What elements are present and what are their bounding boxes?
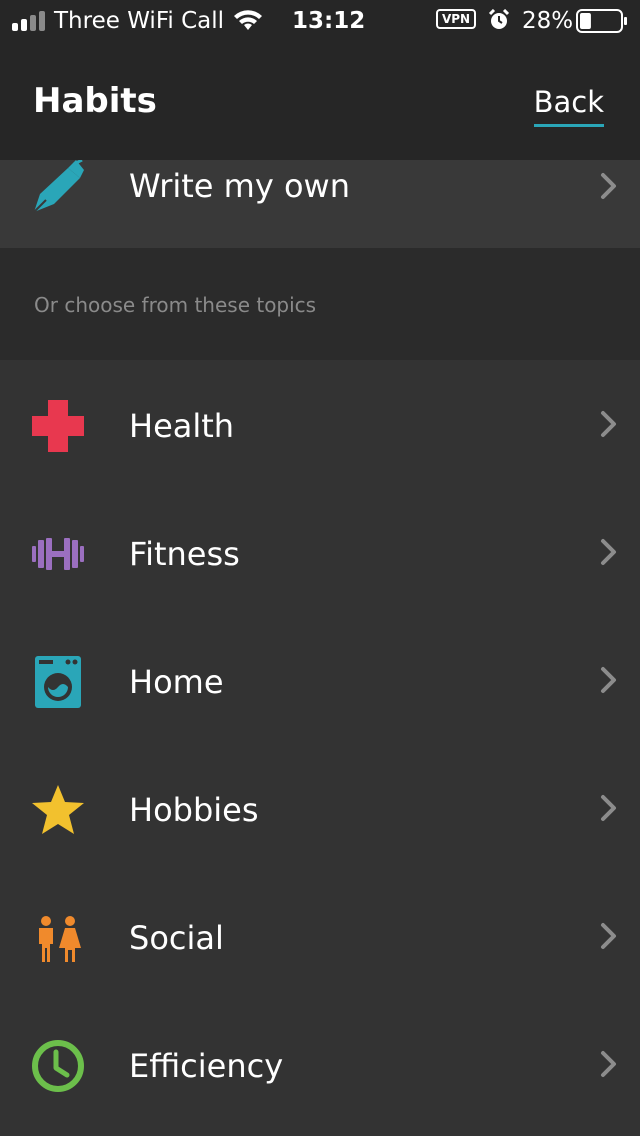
topic-label: Health bbox=[129, 407, 235, 445]
write-my-own-label: Write my own bbox=[129, 167, 350, 205]
section-caption: Or choose from these topics bbox=[0, 248, 640, 360]
topic-label: Home bbox=[129, 663, 224, 701]
star-icon bbox=[32, 785, 84, 834]
dumbbell-icon bbox=[32, 538, 84, 570]
topic-row-home[interactable]: Home bbox=[0, 616, 640, 744]
back-button[interactable]: Back bbox=[533, 84, 604, 127]
topic-label: Hobbies bbox=[129, 791, 259, 829]
battery-percentage: 28% bbox=[522, 8, 574, 34]
chevron-right-icon bbox=[601, 411, 616, 437]
people-icon bbox=[39, 916, 81, 962]
chevron-right-icon bbox=[601, 667, 616, 693]
chevron-right-icon bbox=[601, 173, 616, 199]
topic-row-fitness[interactable]: Fitness bbox=[0, 488, 640, 616]
health-cross-icon bbox=[32, 400, 84, 452]
chevron-right-icon bbox=[601, 539, 616, 565]
topics-list: Health Fitness Home Hobbies Social Effic… bbox=[0, 360, 640, 1128]
topic-label: Social bbox=[129, 919, 224, 957]
chevron-right-icon bbox=[601, 923, 616, 949]
navigation-header: Habits Back bbox=[0, 42, 640, 160]
status-bar: Three WiFi Call 13:12 VPN 28% bbox=[0, 0, 640, 42]
topic-row-hobbies[interactable]: Hobbies bbox=[0, 744, 640, 872]
chevron-right-icon bbox=[601, 795, 616, 821]
battery-icon bbox=[576, 9, 627, 33]
topics-caption: Or choose from these topics bbox=[34, 293, 317, 317]
topic-row-social[interactable]: Social bbox=[0, 872, 640, 1000]
clock-icon bbox=[32, 1040, 84, 1092]
wifi-icon bbox=[234, 10, 262, 30]
habits-screen: Three WiFi Call 13:12 VPN 28% Habits Bac… bbox=[0, 0, 640, 1136]
pen-icon bbox=[33, 160, 84, 213]
alarm-icon bbox=[488, 9, 510, 29]
washing-machine-icon bbox=[35, 656, 81, 708]
page-title: Habits bbox=[33, 81, 157, 121]
status-time: 13:12 bbox=[292, 8, 366, 34]
signal-strength-icon bbox=[12, 11, 45, 31]
vpn-badge: VPN bbox=[436, 9, 476, 29]
topic-row-efficiency[interactable]: Efficiency bbox=[0, 1000, 640, 1128]
topic-row-health[interactable]: Health bbox=[0, 360, 640, 488]
write-my-own-row[interactable]: Write my own bbox=[0, 160, 640, 248]
topic-label: Fitness bbox=[129, 535, 240, 573]
chevron-right-icon bbox=[601, 1051, 616, 1077]
carrier-name: Three WiFi Call bbox=[54, 8, 225, 34]
topic-label: Efficiency bbox=[129, 1047, 284, 1085]
